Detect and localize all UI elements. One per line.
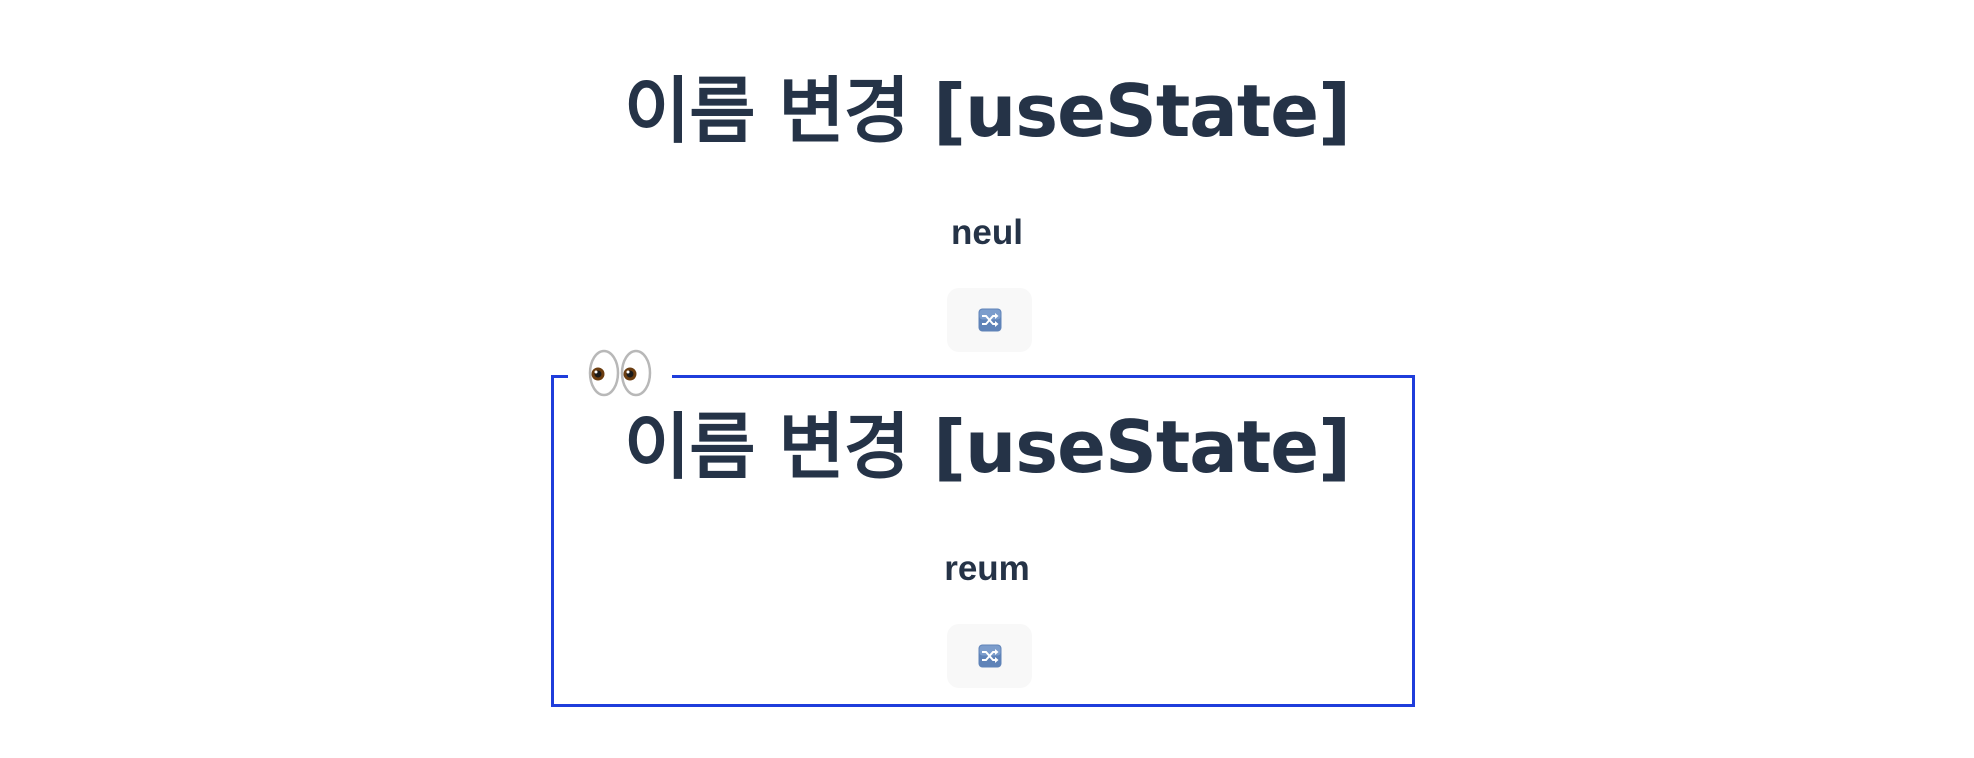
- eyes-icon: [588, 349, 652, 397]
- shuffle-name-button[interactable]: [947, 288, 1032, 352]
- shuffle-name-button[interactable]: [947, 624, 1032, 688]
- shuffle-icon: [978, 644, 1001, 668]
- page-title: 이름 변경 [useState]: [624, 69, 1351, 153]
- eyes-badge: [568, 345, 672, 401]
- current-name: neul: [951, 213, 1023, 252]
- shuffle-icon: [978, 308, 1001, 332]
